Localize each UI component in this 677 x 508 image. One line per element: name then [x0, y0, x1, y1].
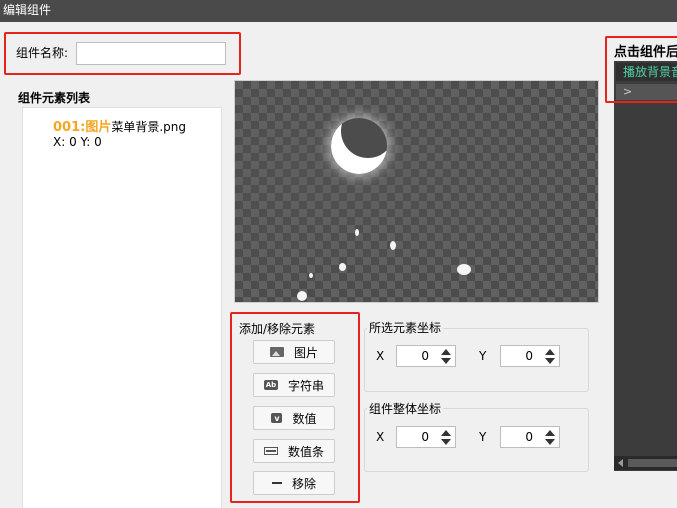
component-name-input[interactable] [76, 42, 226, 65]
whole-y-value: 0 [525, 430, 533, 444]
window-title: 编辑组件 [0, 0, 677, 22]
whole-coords-title: 组件整体坐标 [367, 400, 444, 417]
item-index: 001: [53, 120, 86, 135]
add-value-button[interactable]: v 数值 [253, 406, 335, 430]
add-bar-button[interactable]: 数值条 [253, 439, 335, 463]
arrow-up-icon[interactable] [441, 348, 451, 355]
element-list[interactable]: 001:图片菜单背景.png X: 0 Y: 0 [22, 107, 222, 508]
whole-y-spinner[interactable]: 0 [500, 426, 560, 448]
moon-image [331, 118, 387, 174]
element-list-title: 组件元素列表 [18, 91, 91, 105]
arrow-up-icon[interactable] [545, 429, 555, 436]
remove-label: 移除 [291, 476, 316, 491]
add-bar-label: 数值条 [287, 444, 324, 459]
text-icon: Ab [263, 380, 278, 390]
flower-decoration [390, 241, 396, 250]
whole-x-label: X [376, 430, 385, 444]
whole-x-value: 0 [421, 430, 429, 444]
remove-button[interactable]: 移除 [253, 471, 335, 495]
arrow-down-icon[interactable] [545, 438, 555, 445]
component-name-label: 组件名称: [16, 46, 69, 60]
add-image-label: 图片 [293, 345, 318, 360]
selected-y-value: 0 [525, 349, 533, 363]
bar-icon [263, 447, 278, 455]
add-image-button[interactable]: 图片 [253, 340, 335, 364]
horizontal-scrollbar[interactable] [614, 456, 677, 470]
flower-decoration [457, 264, 471, 275]
flower-decoration [309, 273, 313, 278]
selected-coords-title: 所选元素坐标 [367, 319, 444, 336]
item-coords: X: 0 Y: 0 [53, 135, 102, 149]
add-string-label: 字符串 [287, 378, 324, 393]
flower-decoration [297, 291, 307, 301]
image-icon [269, 347, 284, 357]
event-panel[interactable] [614, 61, 677, 471]
selected-y-label: Y [479, 349, 487, 363]
flower-decoration [339, 263, 346, 271]
minus-icon [271, 482, 282, 484]
arrow-down-icon[interactable] [441, 438, 451, 445]
event-panel-highlight [605, 36, 677, 103]
selected-x-spinner[interactable]: 0 [396, 345, 456, 367]
value-icon: v [271, 413, 283, 423]
preview-image [235, 81, 598, 302]
list-item[interactable]: 001:图片菜单背景.png [53, 116, 186, 135]
scroll-thumb[interactable] [628, 459, 677, 467]
arrow-up-icon[interactable] [545, 348, 555, 355]
item-filename: 菜单背景.png [111, 120, 187, 134]
whole-y-label: Y [479, 430, 487, 444]
add-remove-title: 添加/移除元素 [239, 322, 316, 336]
selected-x-label: X [376, 349, 385, 363]
arrow-down-icon[interactable] [441, 357, 451, 364]
selected-y-spinner[interactable]: 0 [500, 345, 560, 367]
preview-canvas[interactable] [234, 80, 599, 303]
arrow-up-icon[interactable] [441, 429, 451, 436]
add-string-button[interactable]: Ab 字符串 [253, 373, 335, 397]
add-value-label: 数值 [292, 411, 317, 426]
flower-decoration [355, 229, 359, 236]
whole-x-spinner[interactable]: 0 [396, 426, 456, 448]
arrow-down-icon[interactable] [545, 357, 555, 364]
scroll-left-icon[interactable] [618, 459, 623, 467]
item-type: 图片 [85, 120, 112, 135]
selected-x-value: 0 [421, 349, 429, 363]
